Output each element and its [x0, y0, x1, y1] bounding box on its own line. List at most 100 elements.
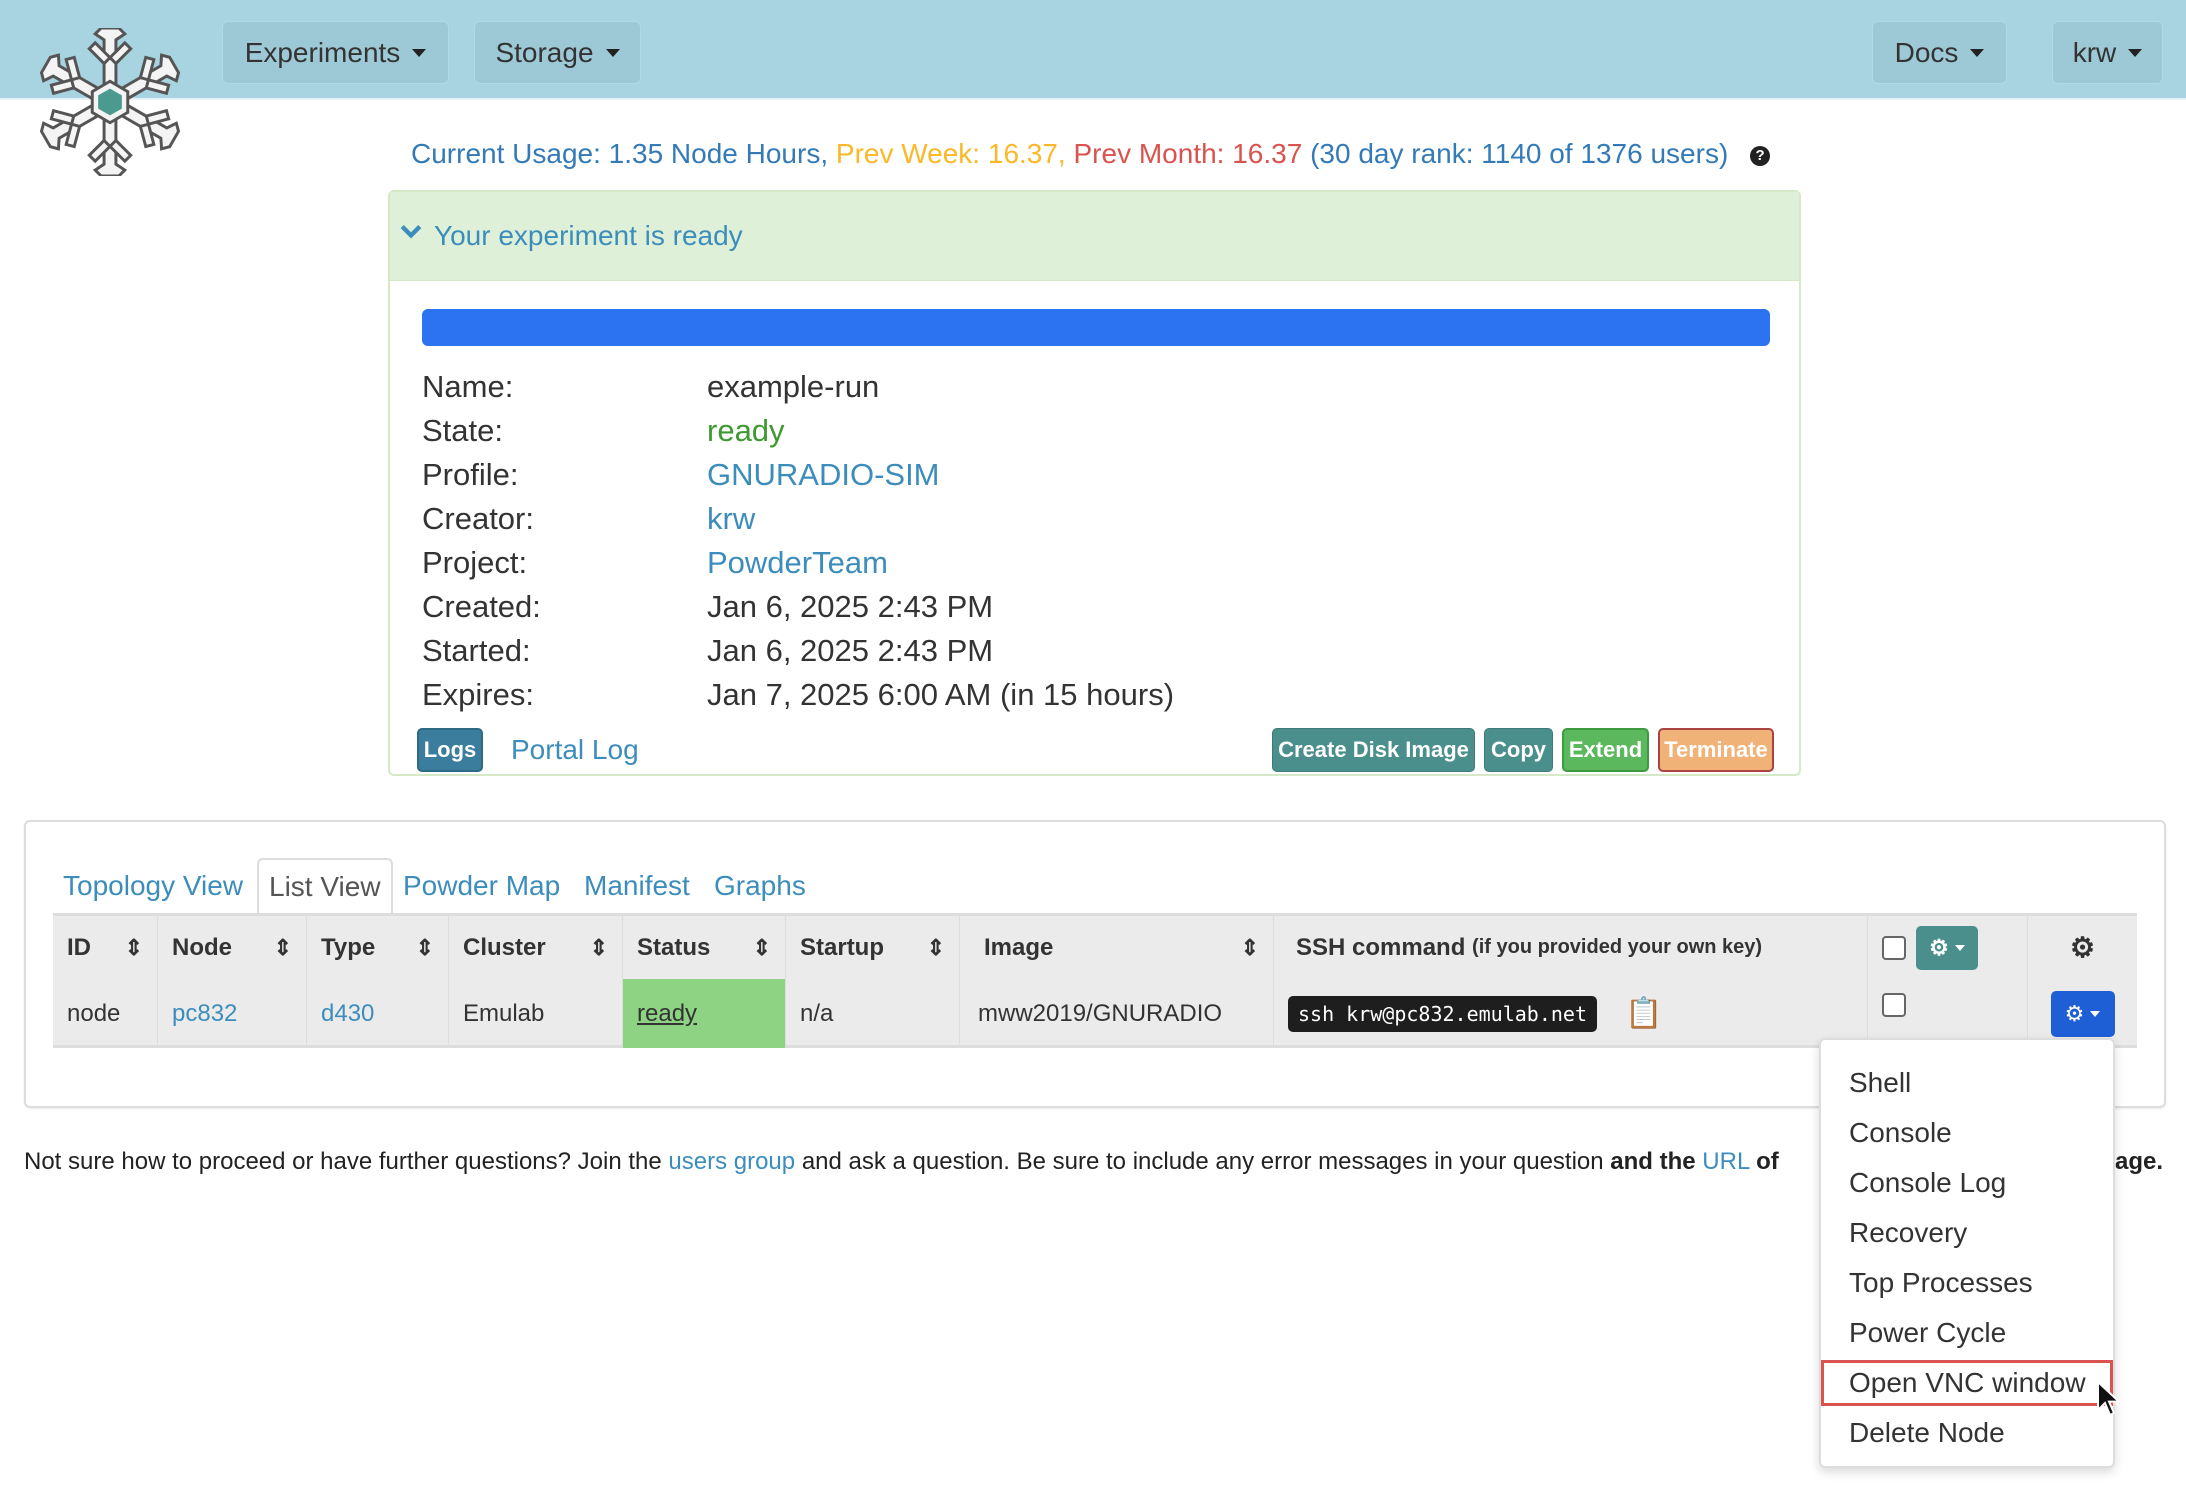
header-label: Type — [321, 933, 376, 961]
header-label: Node — [172, 933, 232, 961]
clipboard-icon[interactable]: 📋 — [1625, 996, 1662, 1031]
users-group-link[interactable]: users group — [668, 1148, 795, 1175]
cell-image: mww2019/GNURADIO — [960, 979, 1274, 1048]
gear-icon: ⚙ — [2069, 932, 2096, 963]
header-label: SSH command — [1296, 933, 1466, 961]
panel-heading[interactable]: Your experiment is ready — [390, 192, 1799, 281]
user-menu[interactable]: krw — [2052, 21, 2163, 84]
sort-icon[interactable]: ⇕ — [590, 935, 608, 961]
sort-icon[interactable]: ⇕ — [125, 935, 143, 961]
storage-label: Storage — [495, 36, 594, 68]
sort-icon[interactable]: ⇕ — [416, 935, 434, 961]
current-usage: Current Usage: 1.35 Node Hours, — [411, 138, 829, 169]
sort-icon[interactable]: ⇕ — [274, 935, 292, 961]
column-type[interactable]: Type ⇕ — [307, 916, 449, 979]
footer-text: Not sure how to proceed or have further … — [24, 1148, 662, 1175]
menu-item-open-vnc-window[interactable]: Open VNC window — [1821, 1360, 2113, 1406]
bulk-actions-button[interactable]: ⚙ — [1916, 925, 1978, 970]
caret-down-icon — [2128, 48, 2143, 57]
gear-icon: ⚙ — [2064, 1000, 2085, 1026]
tab-powder-map[interactable]: Powder Map — [393, 858, 570, 914]
mouse-cursor-icon — [2097, 1380, 2122, 1417]
column-node[interactable]: Node ⇕ — [158, 916, 307, 979]
tab-list-view[interactable]: List View — [257, 858, 393, 914]
gear-icon: ⚙ — [1929, 934, 1949, 960]
docs-label: Docs — [1894, 36, 1959, 68]
create-disk-image-button[interactable]: Create Disk Image — [1272, 728, 1475, 772]
usage-rank: (30 day rank: 1140 of 1376 users) — [1310, 138, 1729, 169]
column-image[interactable]: Image ⇕ — [960, 916, 1274, 979]
panel-heading-text: Your experiment is ready — [434, 220, 743, 251]
logs-button[interactable]: Logs — [417, 728, 483, 772]
copy-button[interactable]: Copy — [1484, 728, 1553, 772]
user-label: krw — [2072, 36, 2117, 68]
select-all-checkbox[interactable] — [1882, 935, 1906, 960]
menu-item-console[interactable]: Console — [1821, 1110, 2113, 1156]
column-select: ⚙ — [1868, 916, 2028, 979]
profile-link[interactable]: GNURADIO-SIM — [707, 453, 940, 497]
type-link[interactable]: d430 — [321, 1000, 374, 1028]
caret-down-icon — [412, 48, 427, 57]
column-id[interactable]: ID ⇕ — [53, 916, 158, 979]
column-status[interactable]: Status ⇕ — [623, 916, 786, 979]
storage-menu[interactable]: Storage — [474, 21, 641, 84]
caret-down-icon — [605, 48, 620, 57]
header-label: Status — [637, 933, 711, 961]
snowflake-logo[interactable] — [28, 28, 192, 176]
menu-item-console-log[interactable]: Console Log — [1821, 1160, 2113, 1206]
node-link[interactable]: pc832 — [172, 1000, 237, 1028]
detail-label: Created: — [422, 589, 541, 624]
footer-text: and ask a question. Be sure to include a… — [801, 1148, 1604, 1175]
tab-graphs[interactable]: Graphs — [704, 858, 816, 914]
caret-down-icon — [1954, 944, 1965, 951]
detail-value: example-run — [707, 369, 880, 404]
status-link[interactable]: ready — [637, 1000, 697, 1028]
menu-item-delete-node[interactable]: Delete Node — [1821, 1410, 2113, 1456]
footer-bold: and the — [1610, 1148, 1696, 1175]
help-icon[interactable]: ? — [1750, 145, 1771, 166]
caret-down-icon — [1970, 48, 1985, 57]
menu-item-power-cycle[interactable]: Power Cycle — [1821, 1310, 2113, 1356]
help-footer: Not sure how to proceed or have further … — [24, 1148, 1779, 1176]
experiments-label: Experiments — [244, 36, 401, 68]
footer-tail: age. — [2115, 1148, 2164, 1175]
row-checkbox[interactable] — [1882, 993, 1906, 1017]
sort-icon[interactable]: ⇕ — [927, 935, 945, 961]
detail-label: Name: — [422, 369, 514, 404]
column-startup[interactable]: Startup ⇕ — [786, 916, 960, 979]
cell-type: d430 — [307, 979, 449, 1048]
column-cluster[interactable]: Cluster ⇕ — [449, 916, 623, 979]
menu-item-top-processes[interactable]: Top Processes — [1821, 1260, 2113, 1306]
tab-topology-view[interactable]: Topology View — [53, 858, 253, 914]
cell-ssh: ssh krw@pc832.emulab.net 📋 — [1274, 979, 1868, 1048]
chevron-down-icon — [400, 225, 422, 239]
detail-value: ready — [707, 413, 785, 448]
extend-button[interactable]: Extend — [1562, 728, 1649, 772]
portal-log-link[interactable]: Portal Log — [511, 728, 639, 772]
menu-item-recovery[interactable]: Recovery — [1821, 1210, 2113, 1256]
detail-value: Jan 6, 2025 2:43 PM — [707, 589, 994, 624]
sort-icon[interactable]: ⇕ — [1241, 935, 1259, 961]
experiments-menu[interactable]: Experiments — [222, 21, 449, 84]
detail-label: Project: — [422, 545, 528, 580]
detail-label: State: — [422, 413, 503, 448]
creator-link[interactable]: krw — [707, 497, 755, 541]
menu-item-shell[interactable]: Shell — [1821, 1060, 2113, 1106]
cell-status: ready — [623, 979, 786, 1048]
project-link[interactable]: PowderTeam — [707, 541, 888, 585]
docs-menu[interactable]: Docs — [1872, 21, 2007, 84]
column-ssh: SSH command (if you provided your own ke… — [1274, 916, 1868, 979]
ssh-command[interactable]: ssh krw@pc832.emulab.net — [1288, 995, 1597, 1032]
usage-summary: Current Usage: 1.35 Node Hours, Prev Wee… — [411, 138, 1771, 170]
node-actions-button[interactable]: ⚙ — [2050, 990, 2115, 1037]
tab-manifest[interactable]: Manifest — [574, 858, 700, 914]
detail-label: Started: — [422, 633, 531, 668]
footer-bold: of — [1756, 1148, 1779, 1175]
detail-label: Creator: — [422, 501, 534, 536]
experiment-status-panel: Your experiment is ready Name: example-ru… — [388, 190, 1801, 776]
terminate-button[interactable]: Terminate — [1658, 728, 1774, 772]
url-link[interactable]: URL — [1702, 1148, 1749, 1175]
node-actions-menu: Shell Console Console Log Recovery Top P… — [1819, 1038, 2115, 1468]
sort-icon[interactable]: ⇕ — [753, 935, 771, 961]
detail-label: Profile: — [422, 457, 519, 492]
